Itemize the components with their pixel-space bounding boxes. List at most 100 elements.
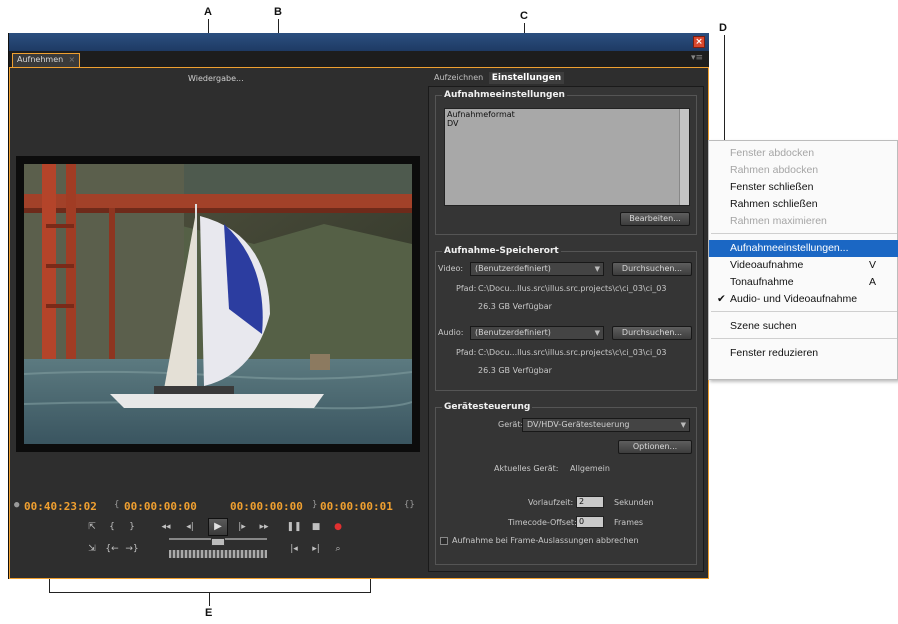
chevron-down-icon: ▼ — [680, 421, 686, 429]
menu-separator — [711, 338, 897, 339]
menu-item-label: Tonaufnahme — [730, 276, 794, 288]
audio-path-label: Pfad: — [456, 348, 477, 357]
chevron-down-icon: ▼ — [594, 329, 600, 337]
jog-wheel[interactable] — [169, 550, 267, 558]
rewind-icon[interactable]: ◂◂ — [158, 520, 174, 534]
panel-menu-icon[interactable]: ▾≡ — [691, 53, 703, 63]
options-button[interactable]: Optionen... — [618, 440, 692, 454]
device-label: Gerät: — [498, 420, 524, 429]
shuttle-knob[interactable] — [211, 538, 225, 546]
timecode-offset-unit: Frames — [614, 518, 644, 527]
current-timecode[interactable]: 00:40:23:02 — [24, 500, 97, 513]
stop-icon[interactable]: ■ — [308, 520, 324, 534]
mark-in-icon[interactable]: { — [104, 520, 120, 534]
video-label: Video: — [438, 264, 464, 273]
step-forward-icon[interactable]: |▸ — [234, 520, 250, 534]
audio-location-value: (Benutzerdefiniert) — [475, 328, 551, 337]
next-scene-icon[interactable]: ▸| — [308, 542, 324, 556]
edit-button[interactable]: Bearbeiten... — [620, 212, 690, 226]
video-location-select[interactable]: (Benutzerdefiniert) ▼ — [470, 262, 604, 276]
checkmark-icon: ✔ — [717, 293, 726, 305]
preroll-input[interactable]: 2 — [576, 496, 604, 508]
menu-item-undock-frame[interactable]: Rahmen abdocken — [709, 162, 898, 179]
pause-icon[interactable]: ❚❚ — [286, 520, 302, 534]
storage-group: Aufnahme-Speicherort Video: (Benutzerdef… — [435, 246, 697, 391]
audio-label: Audio: — [438, 328, 464, 337]
callout-e-bracket-left — [49, 578, 50, 593]
go-to-in-icon[interactable]: {← — [104, 542, 120, 556]
menu-item-close-frame[interactable]: Rahmen schließen — [709, 196, 898, 213]
timecode-row: ● 00:40:23:02 { 00:00:00:00 00:00:00:00 … — [10, 500, 420, 516]
menu-separator — [711, 233, 897, 234]
video-monitor — [16, 156, 420, 452]
capture-window: × Aufnehmen × ▾≡ Wiedergabe... ● 00:40:2… — [8, 33, 709, 579]
video-frame — [24, 164, 412, 444]
storage-title: Aufnahme-Speicherort — [442, 246, 561, 256]
audio-browse-button[interactable]: Durchsuchen... — [612, 326, 692, 340]
record-icon[interactable]: ● — [330, 520, 346, 534]
timecode-marker-icon: ● — [14, 500, 20, 510]
menu-item-maximize-frame[interactable]: Rahmen maximieren — [709, 213, 898, 230]
chevron-down-icon: ▼ — [594, 265, 600, 273]
callout-d: D — [719, 22, 727, 34]
menu-item-undock-window[interactable]: Fenster abdocken — [709, 145, 898, 162]
device-control-group: Gerätesteuerung Gerät: DV/HDV-Gerätesteu… — [435, 402, 697, 565]
set-out-icon[interactable]: ⇲ — [84, 542, 100, 556]
duration-icon: {} — [404, 500, 415, 510]
audio-location-select[interactable]: (Benutzerdefiniert) ▼ — [470, 326, 604, 340]
shuttle-slider[interactable] — [169, 538, 267, 548]
play-button[interactable]: ▶ — [208, 518, 228, 536]
tab-settings[interactable]: Einstellungen — [488, 72, 565, 84]
menu-item-shortcut: V — [869, 259, 877, 271]
callout-c: C — [520, 10, 528, 22]
menu-item-audio-capture[interactable]: Tonaufnahme A — [709, 274, 898, 291]
previous-scene-icon[interactable]: |◂ — [286, 542, 302, 556]
tab-record[interactable]: Aufzeichnen — [431, 72, 486, 83]
menu-item-video-capture[interactable]: Videoaufnahme V — [709, 257, 898, 274]
out-point-icon: } — [312, 500, 318, 510]
set-in-icon[interactable]: ⇱ — [84, 520, 100, 534]
callout-b: B — [274, 6, 282, 18]
menu-item-scene-search[interactable]: Szene suchen — [709, 318, 898, 335]
window-titlebar[interactable]: × — [9, 33, 709, 51]
settings-scrollbar[interactable] — [679, 109, 689, 205]
scene-detect-icon[interactable]: ⌕ — [330, 542, 346, 556]
callout-e-bracket-right — [370, 578, 371, 593]
device-control-title: Gerätesteuerung — [442, 402, 533, 412]
capture-settings-title: Aufnahmeeinstellungen — [442, 90, 567, 100]
video-path: C:\Docu...llus.src\illus.src.projects\c\… — [478, 284, 667, 293]
settings-tabs: Aufzeichnen Einstellungen — [431, 72, 565, 86]
out-point-timecode[interactable]: 00:00:00:00 — [230, 500, 303, 513]
menu-item-capture-settings[interactable]: Aufnahmeeinstellungen... — [709, 240, 898, 257]
menu-item-audio-video-capture[interactable]: ✔ Audio- und Videoaufnahme — [709, 291, 898, 308]
preroll-label: Vorlaufzeit: — [528, 498, 574, 507]
video-browse-button[interactable]: Durchsuchen... — [612, 262, 692, 276]
menu-item-close-window[interactable]: Fenster schließen — [709, 179, 898, 196]
window-close-icon[interactable]: × — [693, 36, 705, 48]
callout-e-line — [209, 592, 210, 606]
sailboat-image — [24, 164, 412, 444]
menu-item-minimize-window[interactable]: Fenster reduzieren — [709, 345, 898, 362]
device-select[interactable]: DV/HDV-Gerätesteuerung ▼ — [522, 418, 690, 432]
fast-forward-icon[interactable]: ▸▸ — [256, 520, 272, 534]
go-to-out-icon[interactable]: →} — [124, 542, 140, 556]
preroll-unit: Sekunden — [614, 498, 654, 507]
capture-settings-group: Aufnahmeeinstellungen Aufnahmeformat DV … — [435, 90, 697, 235]
panel-context-menu: Fenster abdocken Rahmen abdocken Fenster… — [708, 140, 898, 380]
menu-separator — [711, 311, 897, 312]
settings-panel: Aufnahmeeinstellungen Aufnahmeformat DV … — [428, 86, 704, 572]
abort-on-dropped-frames-checkbox[interactable] — [440, 537, 448, 545]
menu-item-shortcut: A — [869, 276, 877, 288]
capture-format-value: DV — [447, 119, 459, 128]
tab-close-icon[interactable]: × — [69, 54, 76, 66]
capture-settings-box: Aufnahmeformat DV — [444, 108, 690, 206]
step-back-icon[interactable]: ◂| — [182, 520, 198, 534]
mark-out-icon[interactable]: } — [124, 520, 140, 534]
duration-timecode[interactable]: 00:00:00:01 — [320, 500, 393, 513]
tab-capture[interactable]: Aufnehmen × — [12, 53, 81, 67]
current-device-label: Aktuelles Gerät: — [494, 464, 559, 473]
in-point-timecode[interactable]: 00:00:00:00 — [124, 500, 197, 513]
timecode-offset-input[interactable]: 0 — [576, 516, 604, 528]
video-free-space: 26.3 GB Verfügbar — [478, 302, 552, 311]
panel-content: Wiedergabe... ● 00:40:23:02 {00:00:00:0… — [9, 67, 709, 579]
